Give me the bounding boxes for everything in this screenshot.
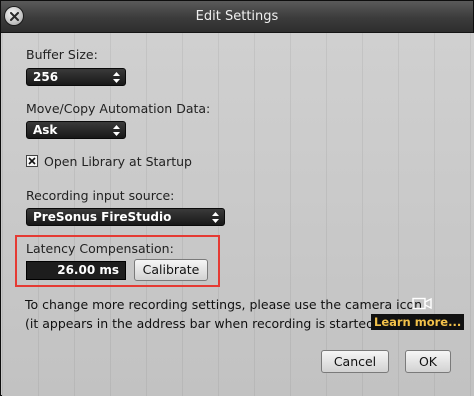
title-bar: Edit Settings [1, 1, 473, 33]
learn-more-link[interactable]: Learn more... [371, 314, 465, 330]
cancel-button[interactable]: Cancel [321, 350, 389, 373]
select-arrows-icon [212, 212, 219, 223]
automation-value: Ask [33, 123, 58, 137]
buffer-size-label: Buffer Size: [26, 47, 98, 62]
info-text-line1: To change more recording settings, pleas… [25, 297, 423, 312]
automation-select[interactable]: Ask [26, 121, 126, 139]
dialog-title: Edit Settings [195, 9, 279, 24]
latency-label: Latency Compensation: [26, 241, 174, 256]
recording-input-select[interactable]: PreSonus FireStudio [26, 208, 225, 226]
buffer-size-value: 256 [33, 70, 59, 84]
camera-icon [412, 297, 432, 310]
recording-input-label: Recording input source: [26, 188, 175, 203]
info-text-line2: (it appears in the address bar when reco… [25, 316, 383, 331]
open-library-checkbox[interactable] [26, 155, 38, 167]
recording-input-value: PreSonus FireStudio [33, 210, 172, 224]
automation-label: Move/Copy Automation Data: [26, 101, 211, 116]
calibrate-button[interactable]: Calibrate [134, 259, 208, 281]
open-library-label: Open Library at Startup [44, 154, 192, 169]
select-arrows-icon [113, 125, 120, 136]
checkmark-icon [28, 157, 36, 165]
latency-value-field[interactable]: 26.00 ms [26, 261, 126, 280]
select-arrows-icon [113, 72, 120, 83]
ok-button[interactable]: OK [405, 350, 451, 373]
buffer-size-select[interactable]: 256 [26, 68, 126, 86]
edit-settings-dialog: Edit Settings Buffer Size: 256 Move/Copy… [0, 0, 474, 396]
